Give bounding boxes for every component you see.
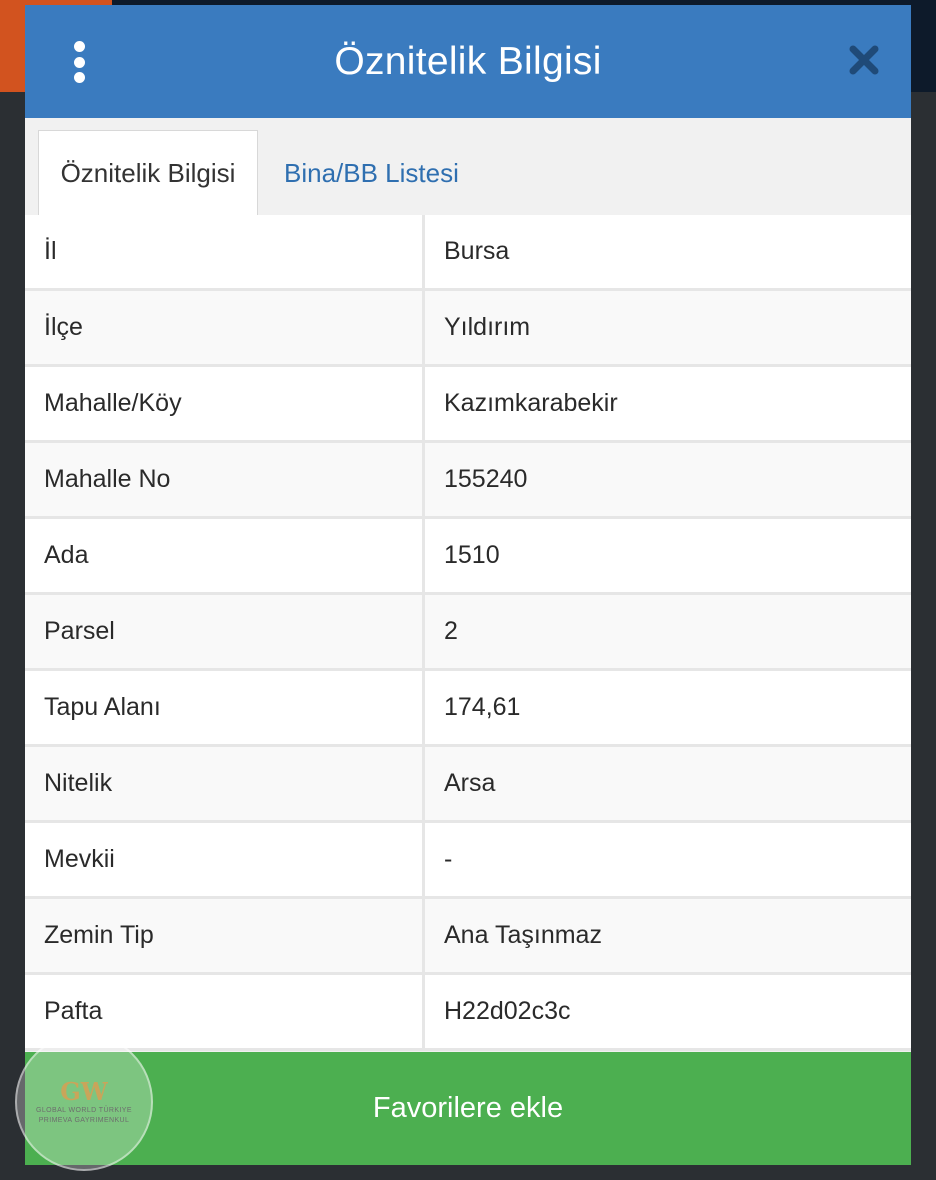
attribute-value: - — [425, 823, 911, 899]
table-row: Mevkii - — [25, 823, 911, 899]
attribute-info-dialog: Öznitelik Bilgisi Öznitelik Bilgisi Bina… — [25, 5, 911, 1165]
table-row: Ada 1510 — [25, 519, 911, 595]
attribute-value: Bursa — [425, 215, 911, 291]
watermark-line2: PRIMEVA GAYRIMENKUL — [38, 1117, 130, 1124]
vertical-dots-icon[interactable] — [65, 41, 93, 83]
table-row: Pafta H22d02c3c — [25, 975, 911, 1051]
attribute-value: 174,61 — [425, 671, 911, 747]
attribute-key: Zemin Tip — [25, 899, 425, 975]
attribute-key: Tapu Alanı — [25, 671, 425, 747]
tab-bar: Öznitelik Bilgisi Bina/BB Listesi — [25, 118, 911, 216]
attribute-key: Nitelik — [25, 747, 425, 823]
orange-accent — [0, 0, 26, 92]
attribute-value: Ana Taşınmaz — [425, 899, 911, 975]
dialog-header: Öznitelik Bilgisi — [25, 5, 911, 118]
table-row: Tapu Alanı 174,61 — [25, 671, 911, 747]
watermark-line1: GLOBAL WORLD TÜRKIYE — [36, 1107, 132, 1114]
table-row: Mahalle/Köy Kazımkarabekir — [25, 367, 911, 443]
attribute-key: İlçe — [25, 291, 425, 367]
attribute-value: Yıldırım — [425, 291, 911, 367]
table-row: Nitelik Arsa — [25, 747, 911, 823]
table-row: Mahalle No 155240 — [25, 443, 911, 519]
attribute-key: Mevkii — [25, 823, 425, 899]
table-row: Parsel 2 — [25, 595, 911, 671]
attribute-value: Arsa — [425, 747, 911, 823]
attribute-value: 155240 — [425, 443, 911, 519]
attribute-key: Ada — [25, 519, 425, 595]
company-watermark-logo: GW GLOBAL WORLD TÜRKIYE PRIMEVA GAYRIMEN… — [15, 1033, 153, 1171]
tab-attribute-info[interactable]: Öznitelik Bilgisi — [38, 130, 258, 216]
attribute-key: İl — [25, 215, 425, 291]
add-to-favorites-button[interactable]: Favorilere ekle — [25, 1052, 911, 1165]
table-row: İlçe Yıldırım — [25, 291, 911, 367]
attribute-table: İl Bursa İlçe Yıldırım Mahalle/Köy Kazım… — [25, 215, 911, 1051]
table-row: Zemin Tip Ana Taşınmaz — [25, 899, 911, 975]
tab-building-list[interactable]: Bina/BB Listesi — [284, 130, 459, 216]
attribute-value: 1510 — [425, 519, 911, 595]
dialog-title: Öznitelik Bilgisi — [334, 39, 602, 83]
attribute-value: H22d02c3c — [425, 975, 911, 1051]
attribute-value: Kazımkarabekir — [425, 367, 911, 443]
attribute-key: Mahalle No — [25, 443, 425, 519]
table-row: İl Bursa — [25, 215, 911, 291]
watermark-logo-text: GW — [60, 1077, 108, 1106]
attribute-value: 2 — [425, 595, 911, 671]
attribute-key: Parsel — [25, 595, 425, 671]
attribute-key: Mahalle/Köy — [25, 367, 425, 443]
close-icon[interactable] — [847, 43, 881, 77]
